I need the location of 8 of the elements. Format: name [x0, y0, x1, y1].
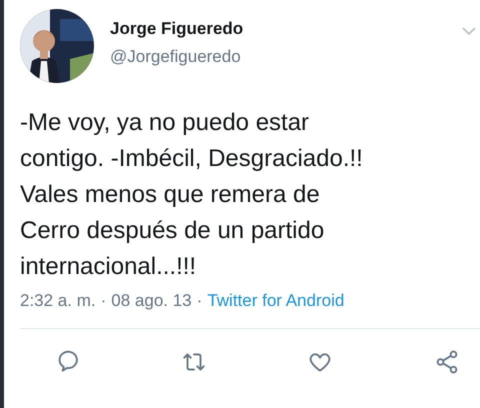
- source-link[interactable]: Twitter for Android: [207, 291, 344, 311]
- separator: ·: [196, 291, 202, 311]
- separator: ·: [100, 291, 106, 311]
- author-handle[interactable]: @Jorgefigueredo: [110, 47, 244, 67]
- tweet-text: -Me voy, ya no puedo estar contigo. -Imbécil, Desgraciado.!! Vales menos que remera de Cerro después de un partido internacional...!!!: [20, 108, 364, 282]
- author-name[interactable]: Jorge Figueredo: [110, 19, 244, 39]
- tweet-time: 2:32 a. m.: [20, 291, 96, 311]
- tweet-date: 08 ago. 13: [111, 291, 192, 311]
